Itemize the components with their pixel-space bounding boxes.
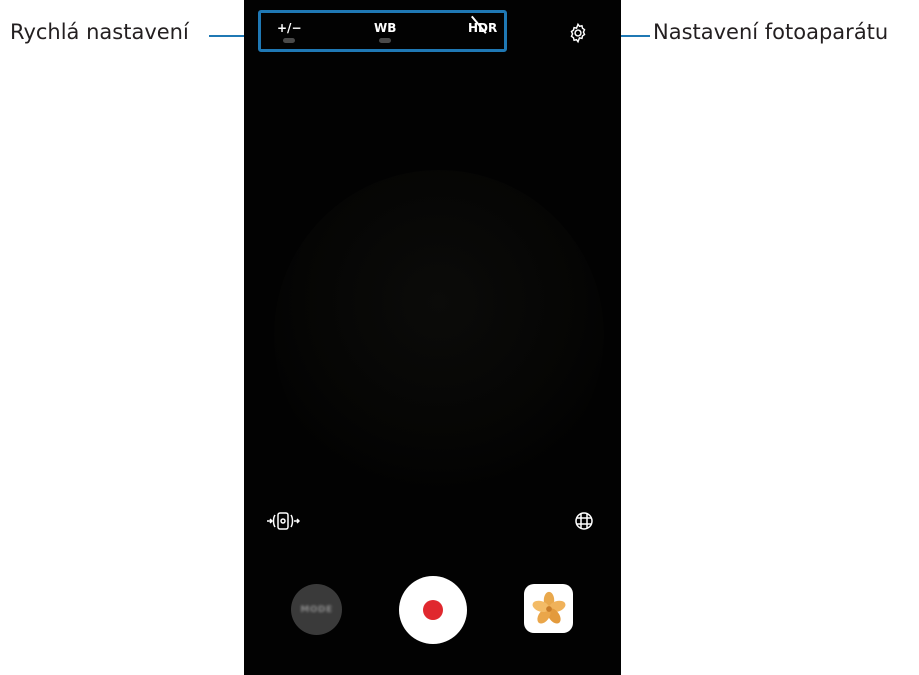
mode-button-label: MODE (300, 604, 333, 615)
exposure-value-button[interactable]: +/− (277, 21, 302, 43)
exposure-label: +/− (277, 21, 302, 35)
grid-icon[interactable] (573, 510, 595, 532)
quick-settings-bar: +/− WB HDR (258, 10, 507, 52)
hdr-button[interactable]: HDR (468, 15, 497, 35)
gallery-thumbnail[interactable] (524, 584, 573, 633)
white-balance-indicator (379, 38, 392, 43)
settings-icon[interactable] (567, 22, 589, 44)
record-button[interactable] (399, 576, 467, 644)
mode-button[interactable]: MODE (291, 584, 342, 635)
callout-camera-settings: Nastavení fotoaparátu (653, 20, 889, 44)
exposure-indicator (283, 38, 296, 43)
switch-camera-icon[interactable] (266, 510, 301, 532)
camera-screen: +/− WB HDR (244, 0, 621, 675)
white-balance-button[interactable]: WB (374, 21, 396, 43)
flower-icon (532, 591, 565, 623)
white-balance-label: WB (374, 21, 397, 35)
viewfinder-preview[interactable] (274, 170, 604, 500)
callout-quick-settings: Rychlá nastavení (10, 20, 189, 44)
record-icon (423, 600, 443, 620)
